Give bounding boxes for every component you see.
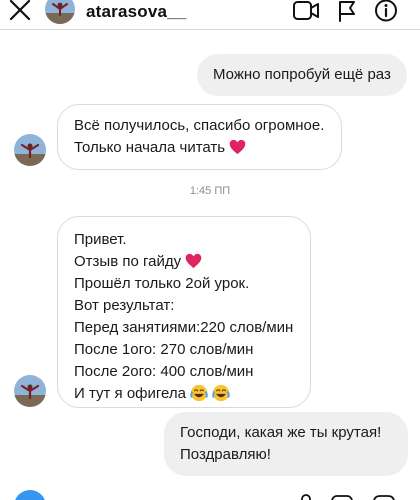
info-icon[interactable] xyxy=(373,0,399,24)
message-text: Вот результат: xyxy=(74,297,175,314)
microphone-icon[interactable] xyxy=(299,494,313,500)
message-text: Можно попробуй ещё раз xyxy=(213,66,391,83)
message-timestamp: 1:45 ПП xyxy=(189,185,231,197)
message-bubble-outgoing[interactable]: Можно попробуй ещё раз xyxy=(197,54,407,96)
message-text: После 1ого: 270 слов/мин xyxy=(74,341,254,358)
red-heart-icon xyxy=(185,253,202,269)
laughing-crying-face-icon xyxy=(190,384,208,402)
message-text: И тут я офигела xyxy=(74,385,186,402)
message-text: После 2ого: 400 слов/мин xyxy=(74,363,254,380)
camera-icon[interactable] xyxy=(14,490,46,500)
red-heart-icon xyxy=(230,139,246,155)
avatar[interactable] xyxy=(45,0,75,24)
message-bubble-incoming[interactable]: Всё получилось, спасибо огромное. Только… xyxy=(57,104,342,170)
message-text: Поздравляю! xyxy=(180,446,271,463)
message-text: Перед занятиями:220 слов/мин xyxy=(74,319,294,336)
message-text: Привет. xyxy=(74,231,127,248)
close-icon[interactable] xyxy=(6,0,34,24)
message-bubble-incoming[interactable]: Привет. Отзыв по гайду Прошёл только 2ой… xyxy=(57,216,311,408)
sender-avatar[interactable] xyxy=(14,375,46,407)
sender-avatar[interactable] xyxy=(14,134,46,166)
message-text: Господи, какая же ты крутая! xyxy=(180,424,382,441)
message-text: Всё получилось, спасибо огромное. xyxy=(74,117,325,134)
laughing-crying-face-icon xyxy=(212,384,231,402)
video-call-icon[interactable] xyxy=(292,0,320,24)
message-bubble-outgoing[interactable]: Господи, какая же ты крутая! Поздравляю! xyxy=(164,412,408,476)
message-text: Только начала читать xyxy=(74,139,226,156)
gallery-icon[interactable] xyxy=(330,494,354,500)
chat-header: atarasova__ xyxy=(0,0,420,30)
flag-icon[interactable] xyxy=(335,0,359,24)
message-text: Прошёл только 2ой урок. xyxy=(74,275,250,292)
message-composer[interactable] xyxy=(0,488,420,500)
message-text: Отзыв по гайду xyxy=(74,253,182,270)
sticker-icon[interactable] xyxy=(372,494,396,500)
chat-username[interactable]: atarasova__ xyxy=(86,2,187,22)
